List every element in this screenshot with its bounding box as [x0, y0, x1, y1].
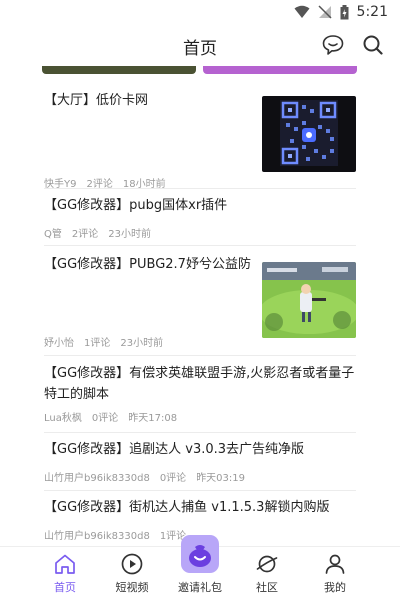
status-time: 5:21 — [356, 4, 388, 20]
post-comments: 0评论 — [159, 473, 187, 484]
post-comments: 1评论 — [84, 338, 111, 349]
status-bar: 5:21 — [0, 0, 400, 26]
bottom-tab-bar: 首页 短视频 邀请礼包 社区 我的 — [0, 535, 400, 600]
banner-slide-left[interactable] — [42, 66, 196, 74]
post-author[interactable]: Lua秋枫 — [44, 413, 82, 424]
banner-carousel[interactable] — [0, 66, 400, 76]
gift-badge — [181, 535, 219, 573]
post-title: 【GG修改器】街机达人捕鱼 v1.1.5.3解锁内购版 — [44, 500, 330, 515]
post-thumbnail-qr-code[interactable] — [262, 96, 356, 172]
post-time: 23小时前 — [108, 229, 151, 240]
post-title: 【GG修改器】PUBG2.7妤兮公益防 — [44, 257, 251, 272]
post-comments: 0评论 — [91, 413, 119, 424]
home-icon — [55, 554, 75, 574]
tab-profile[interactable]: 我的 — [295, 547, 375, 600]
post-time: 昨天03:19 — [196, 473, 246, 484]
post-meta: 妤小怡 1评论 23小时前 — [44, 334, 173, 349]
tab-label: 我的 — [324, 581, 346, 594]
post-comments: 2评论 — [71, 229, 99, 240]
no-signal-icon — [318, 5, 332, 19]
person-icon — [325, 554, 345, 574]
gift-bag-icon — [189, 545, 211, 567]
post-item[interactable]: 【大厅】低价卡网 快手Y9 2评论 18小时前 — [44, 86, 356, 190]
search-icon — [363, 35, 383, 55]
post-thumbnail-game-screenshot[interactable] — [262, 262, 356, 338]
post-item[interactable]: 【GG修改器】PUBG2.7妤兮公益防 妤小怡 1评论 23小时前 — [44, 246, 356, 356]
post-meta: Q管 2评论 23小时前 — [44, 225, 161, 240]
post-item[interactable]: 【GG修改器】追剧达人 v3.0.3去广告纯净版 山竹用户b96ik8330d8… — [44, 433, 356, 491]
post-feed[interactable]: 【大厅】低价卡网 快手Y9 2评论 18小时前 【GG修改器】pubg国体xr插… — [0, 76, 400, 546]
post-author[interactable]: Q管 — [44, 229, 62, 240]
post-time: 23小时前 — [120, 338, 164, 349]
planet-icon — [256, 555, 278, 573]
search-button[interactable] — [360, 32, 386, 58]
chat-bubble-icon — [322, 35, 344, 55]
app-header: 首页 — [0, 26, 400, 66]
status-icons: 5:21 — [294, 4, 388, 20]
play-circle-icon — [121, 553, 143, 575]
post-item[interactable]: 【GG修改器】有偿求英雄联盟手游,火影忍者或者量子特工的脚本 Lua秋枫 0评论昨… — [44, 356, 356, 433]
post-meta: 山竹用户b96ik8330d8 0评论 昨天03:19 — [44, 469, 255, 484]
post-title: 【GG修改器】有偿求英雄联盟手游,火影忍者或者量子特工的脚本 — [44, 366, 355, 402]
banner-slide-right[interactable] — [203, 66, 357, 74]
post-time: 昨天17:08 — [128, 413, 178, 424]
post-meta: Lua秋枫 0评论 昨天17:08 — [44, 409, 187, 424]
messages-button[interactable] — [320, 32, 346, 58]
post-author[interactable]: 山竹用户b96ik8330d8 — [44, 473, 150, 484]
post-meta: 快手Y9 2评论 18小时前 — [44, 175, 176, 190]
post-title: 【大厅】低价卡网 — [44, 93, 149, 108]
post-item[interactable]: 【GG修改器】pubg国体xr插件 Q管 2评论 23小时前 — [44, 189, 356, 246]
post-title: 【GG修改器】pubg国体xr插件 — [44, 198, 228, 213]
post-author[interactable]: 山竹用户b96ik8330d8 — [44, 531, 150, 542]
battery-icon — [340, 4, 349, 19]
post-title: 【GG修改器】追剧达人 v3.0.3去广告纯净版 — [44, 442, 305, 457]
wifi-icon — [294, 5, 310, 18]
post-author[interactable]: 妤小怡 — [44, 338, 74, 349]
